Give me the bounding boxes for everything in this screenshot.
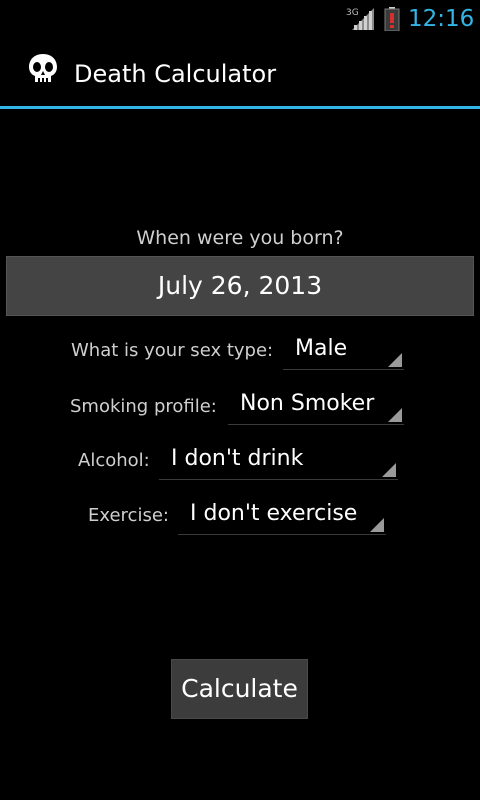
- smoking-spinner[interactable]: Non Smoker: [228, 389, 404, 425]
- exercise-spinner[interactable]: I don't exercise: [178, 499, 386, 535]
- dropdown-arrow-icon: [370, 518, 384, 532]
- birth-date-button[interactable]: July 26, 2013: [6, 256, 474, 316]
- birth-question-label: When were you born?: [136, 227, 344, 249]
- exercise-value: I don't exercise: [190, 501, 358, 526]
- skull-icon[interactable]: [26, 52, 60, 86]
- alcohol-value: I don't drink: [171, 446, 304, 471]
- dropdown-arrow-icon: [388, 408, 402, 422]
- smoking-value: Non Smoker: [240, 391, 375, 416]
- status-bar: 3G 12:16: [0, 0, 480, 38]
- action-bar: Death Calculator: [0, 38, 480, 108]
- app-title: Death Calculator: [74, 60, 277, 88]
- action-bar-divider: [0, 106, 480, 109]
- sex-value: Male: [295, 336, 348, 361]
- sex-spinner[interactable]: Male: [283, 334, 404, 370]
- sex-label: What is your sex type:: [71, 340, 274, 361]
- exercise-label: Exercise:: [88, 505, 169, 526]
- alcohol-spinner[interactable]: I don't drink: [159, 444, 398, 480]
- status-clock: 12:16: [408, 6, 475, 32]
- dropdown-arrow-icon: [382, 463, 396, 477]
- battery-alert-icon: [384, 7, 400, 31]
- screen: 3G 12:16 Death Calculator When were you …: [0, 0, 480, 800]
- calculate-button[interactable]: Calculate: [171, 659, 308, 719]
- dropdown-arrow-icon: [388, 353, 402, 367]
- network-type: 3G: [346, 8, 359, 18]
- smoking-label: Smoking profile:: [70, 396, 217, 417]
- signal-icon: 3G: [346, 8, 374, 30]
- alcohol-label: Alcohol:: [78, 450, 150, 471]
